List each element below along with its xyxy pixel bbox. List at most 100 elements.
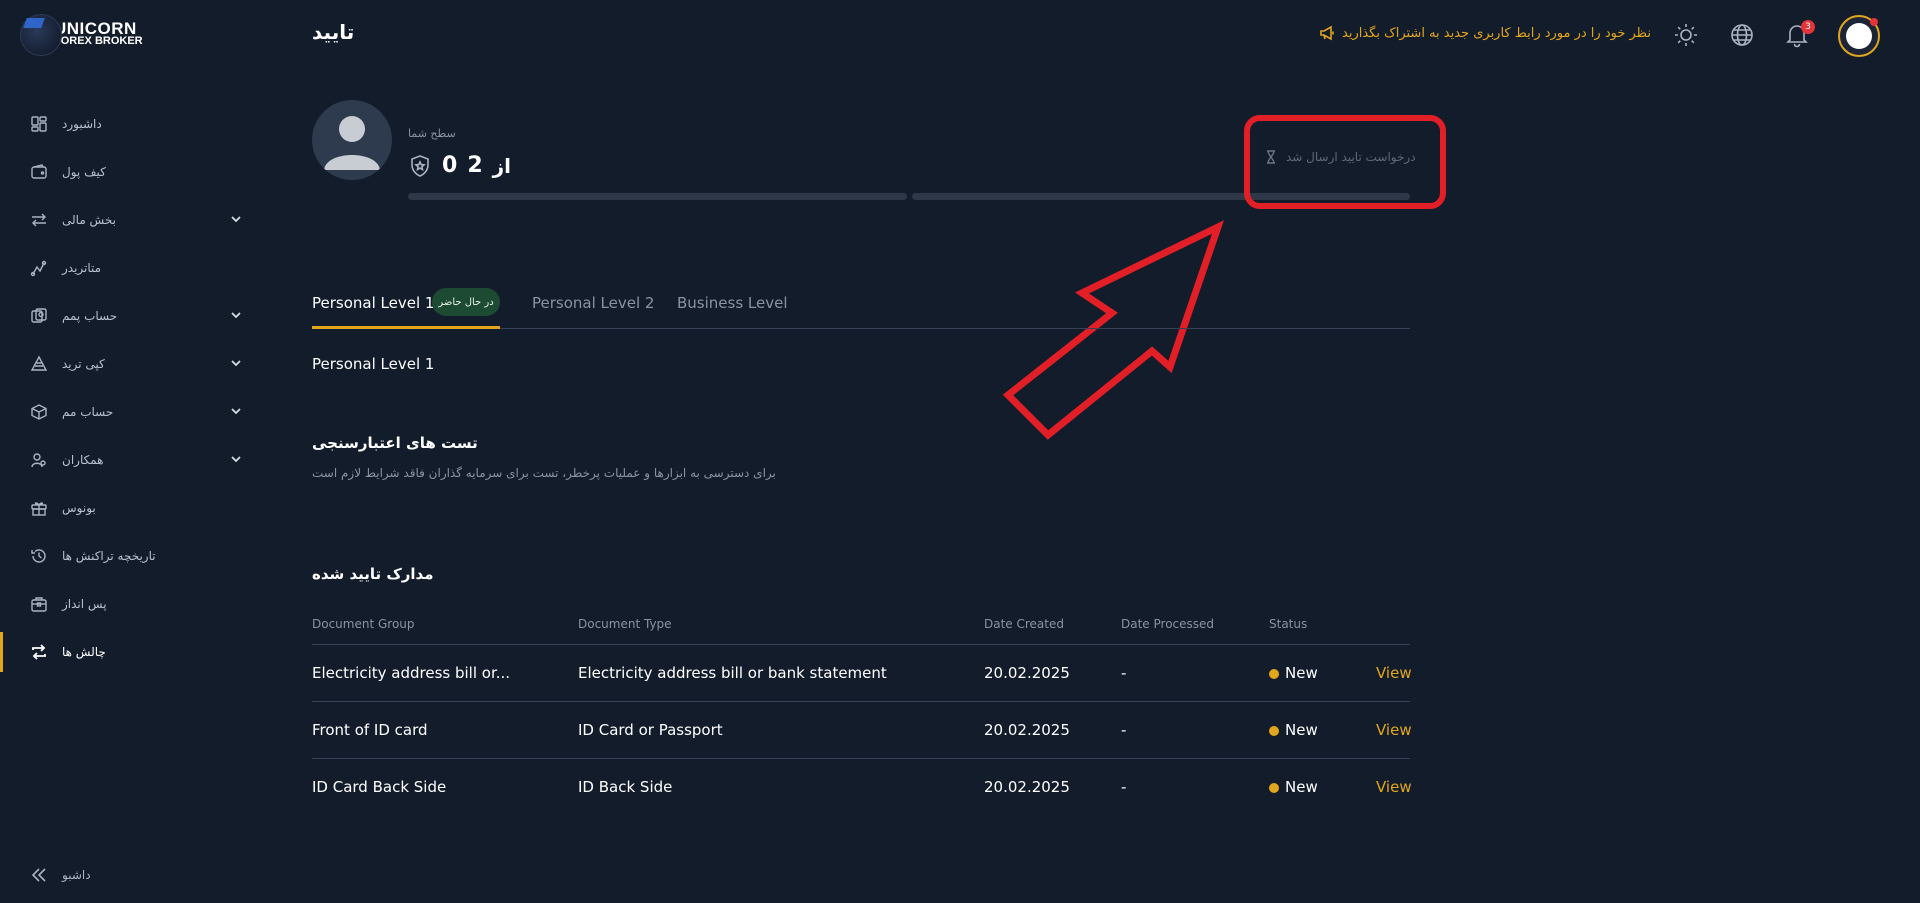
level-value: 0 2 از [408,153,511,178]
user-silhouette-icon [324,116,380,170]
sidebar-item-label: داشبورد [62,117,102,131]
status-dot-icon [1269,669,1279,679]
dashboard-icon [30,115,48,133]
sidebar-item-label: بخش مالی [62,213,116,227]
sidebar-item-history[interactable]: تاریخچه تراکنش ها [0,532,262,580]
chevron-down-icon[interactable] [228,403,244,419]
sidebar-item-copy-trade[interactable]: کپی ترید [0,340,262,388]
level-tabs: Personal Level 1 در حال حاضر Personal Le… [312,286,1410,329]
profile-avatar [312,100,392,180]
sidebar-item-bonus[interactable]: بونوس [0,484,262,532]
view-link[interactable]: View [1376,645,1412,701]
brand-subtitle: FOREX BROKER [54,35,143,47]
feedback-text: نظر خود را در مورد رابط کاربری جدید به ا… [1342,25,1651,41]
document-type: Electricity address bill or bank stateme… [578,664,887,682]
sidebar-item-savings[interactable]: پس انداز [0,580,262,628]
brand-name: UNICORN [54,19,137,38]
sidebar-item-label: حساب مم [62,405,114,419]
table-row: ID Card Back Side ID Back Side 20.02.202… [312,759,1412,816]
partners-icon [30,451,48,469]
sidebar-item-dashboard[interactable]: داشبورد [0,100,262,148]
notification-badge: 3 [1801,20,1815,34]
chevron-down-icon[interactable] [228,355,244,371]
sidebar-item-label: پس انداز [62,597,107,611]
shield-star-icon [411,154,429,177]
tab-personal-level-2[interactable]: Personal Level 2 [532,294,654,312]
sidebar-item-pamm[interactable]: حساب پمم [0,292,262,340]
status-text: New [1285,664,1318,682]
sidebar-item-challenges[interactable]: چالش ها [0,628,262,676]
status-dot-icon [1269,726,1279,736]
history-icon [30,547,48,565]
status-text: New [1285,778,1318,796]
sidebar-item-label: کپی ترید [62,357,105,371]
view-link[interactable]: View [1376,702,1412,758]
date-processed: - [1121,721,1127,739]
tab-label: Personal Level 1 [312,294,435,312]
savings-icon [30,595,48,613]
column-header: Date Created [984,617,1064,631]
sidebar: UNICORN FOREX BROKER داشبورد کیف پول بخش… [0,0,262,903]
copy-trade-icon [30,355,48,373]
sidebar-item-label: تاریخچه تراکنش ها [62,549,156,563]
sidebar-item-label: کیف پول [62,165,106,179]
chevron-down-icon[interactable] [228,211,244,227]
sidebar-item-label: حساب پمم [62,309,118,323]
date-created: 20.02.2025 [984,664,1070,682]
status-text: New [1285,721,1318,739]
status-badge: New [1269,759,1318,815]
gift-icon [30,499,48,517]
challenges-icon [30,643,48,661]
pamm-icon [30,307,48,325]
documents-table: Document Group Document Type Date Create… [312,603,1412,816]
avatar-image [1846,23,1872,49]
date-processed: - [1121,778,1127,796]
tests-title: تست های اعتبارسنجی [312,434,478,452]
table-row: Electricity address bill or... Electrici… [312,645,1412,702]
tab-label: Business Level [677,294,788,312]
sidebar-item-metatrader[interactable]: متاتریدر [0,244,262,292]
document-type: ID Card or Passport [578,721,723,739]
document-type: ID Back Side [578,778,673,796]
sidebar-collapse-label: داشبو [62,868,91,882]
sidebar-item-label: همکاران [62,453,104,467]
sidebar-collapse-button[interactable]: داشبو [30,866,91,884]
status-badge: New [1269,702,1318,758]
sidebar-item-finance[interactable]: بخش مالی [0,196,262,244]
documents-title: مدارک تایید شده [312,565,434,583]
status-badge: New [1269,645,1318,701]
column-header: Document Group [312,617,415,631]
tests-subtitle: برای دسترسی به ابزارها و عملیات پرخطر، ت… [312,466,776,480]
current-level-badge: در حال حاضر [432,288,500,316]
sidebar-item-wallet[interactable]: کیف پول [0,148,262,196]
double-chevron-left-icon [31,868,46,882]
page-title: تایید [312,20,355,44]
table-header: Document Group Document Type Date Create… [312,603,1410,645]
unicorn-logo-icon [20,14,62,56]
view-link[interactable]: View [1376,759,1412,815]
document-group: ID Card Back Side [312,778,447,796]
user-avatar[interactable] [1838,15,1880,57]
globe-icon[interactable] [1729,22,1755,48]
sidebar-item-mam[interactable]: حساب مم [0,388,262,436]
sidebar-item-partners[interactable]: همکاران [0,436,262,484]
level-total: 2 [467,153,485,178]
level-of-text: از [492,153,511,178]
tab-business-level[interactable]: Business Level [677,294,788,312]
tab-personal-level-1[interactable]: Personal Level 1 [312,294,434,312]
column-header: Status [1269,617,1308,631]
column-header: Document Type [578,617,672,631]
sidebar-item-label: چالش ها [62,645,106,659]
table-row: Front of ID card ID Card or Passport 20.… [312,702,1412,759]
annotation-highlight-box [1244,115,1446,209]
brand-logo[interactable]: UNICORN FOREX BROKER [20,14,160,56]
status-dot-icon [1269,783,1279,793]
chevron-down-icon[interactable] [228,451,244,467]
sidebar-nav: داشبورد کیف پول بخش مالی متاتریدر حساب پ… [0,100,262,676]
tab-label: Personal Level 2 [532,294,655,312]
chevron-down-icon[interactable] [228,307,244,323]
feedback-link[interactable]: نظر خود را در مورد رابط کاربری جدید به ا… [1318,24,1651,42]
level-current: 0 [442,153,460,178]
megaphone-icon [1320,25,1334,41]
theme-toggle-icon[interactable] [1673,22,1699,48]
